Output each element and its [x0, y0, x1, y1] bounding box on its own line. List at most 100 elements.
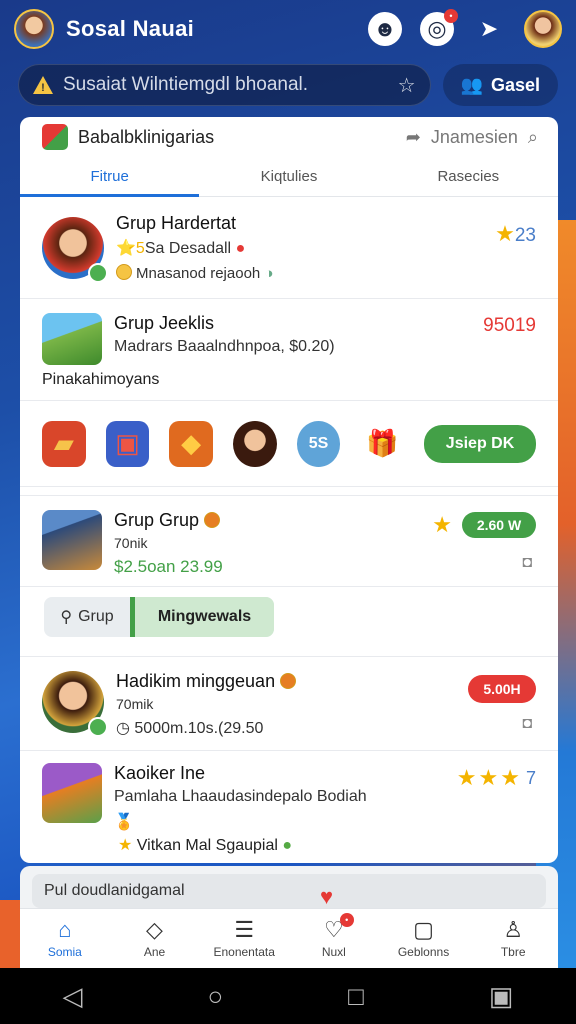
top-icons: ☻ ◎ • ➤	[368, 9, 562, 48]
status-pill[interactable]: 2.60 W	[462, 512, 536, 538]
status-pill[interactable]: 5.00H	[468, 675, 536, 703]
assistant-icon[interactable]: ▣	[489, 981, 514, 1012]
document-icon: ☰	[234, 916, 255, 942]
people-button-label: Gasel	[490, 74, 540, 95]
notification-icon[interactable]: ◎ •	[420, 9, 458, 46]
item-price: $2.5oan 23.99	[114, 557, 223, 576]
nav-label: Tbre	[500, 944, 526, 959]
back-icon[interactable]: ◁	[62, 981, 82, 1012]
item-detail: 5000m.10s.(29.50	[134, 720, 264, 737]
lock-icon[interactable]: ◘	[522, 554, 532, 572]
tab-rasecies[interactable]: Rasecies	[379, 157, 558, 196]
item-subtitle: Sa Desadall	[144, 240, 232, 257]
item-title: Hadikim minggeuan	[116, 671, 276, 691]
star-icon: ★	[432, 512, 452, 537]
action-button[interactable]: Jsiep DK	[424, 424, 537, 463]
top-bar: Sosal Nauai ☻ ◎ • ➤	[0, 0, 576, 58]
clock-icon: ◷	[116, 720, 135, 737]
character-icon[interactable]: ☻	[368, 12, 402, 46]
nav-item-nuxl[interactable]: ♡ • Nuxl	[289, 909, 379, 968]
panel-header: Babalbklinigarias ➦ Jnamesien ⌕	[20, 117, 558, 157]
star-outline-icon[interactable]: ☆	[398, 73, 416, 98]
people-button[interactable]: 👥 Gasel	[442, 64, 558, 106]
list-item[interactable]: Grup Hardertat ⭐5Sa Desadall ● Mnasanod …	[20, 197, 558, 299]
nav-label: Enonentata	[213, 944, 275, 959]
list-item[interactable]: Grup Jeeklis Madrars Baaalndhnpoa, $0.20…	[20, 299, 558, 401]
list-item[interactable]: Grup Grup 70nik $2.5oan 23.99 ★ 2.60 W ◘	[20, 495, 558, 587]
globe-icon: ●	[282, 837, 293, 854]
person-icon: ♙	[503, 916, 524, 942]
segment-option-a-label: Grup	[78, 608, 114, 625]
gift-icon[interactable]: 🎁	[360, 421, 404, 467]
panel-header-action[interactable]: Jnamesien	[431, 127, 518, 148]
background-accent-left	[0, 900, 22, 970]
level-circle-icon[interactable]: 5S	[296, 420, 341, 467]
people-icon: 👥	[460, 74, 483, 95]
nav-label: Ane	[143, 944, 166, 959]
item-score: ★23	[495, 221, 536, 247]
item-detail: Pinakahimoyans	[42, 371, 160, 388]
star-icon: ★	[478, 765, 499, 790]
chest-icon[interactable]: ▰	[42, 420, 86, 467]
nav-item-geblonns[interactable]: ▢ Geblonns	[379, 909, 469, 968]
lock-icon[interactable]: ◘	[522, 715, 532, 733]
segment-option-a[interactable]: ⚲ Grup	[44, 597, 130, 637]
coin-icon	[116, 264, 132, 280]
nav-label: Geblonns	[397, 944, 450, 959]
system-nav-bar: ◁ ○ □ ▣	[0, 968, 576, 1024]
box-icon[interactable]: ▣	[105, 420, 150, 467]
item-thumbnail	[42, 313, 102, 365]
nav-label: Nuxl	[321, 944, 346, 959]
chat-icon: ▢	[413, 916, 434, 942]
panel-header-actions: ➦ Jnamesien ⌕	[406, 127, 538, 148]
bottom-input[interactable]: Pul doudlanidgamal	[32, 874, 546, 908]
medal-icon: 🏅	[114, 814, 134, 831]
search-row: ! Susaiat Wilntiemgdl bhoanal. ☆ 👥 Gasel	[18, 64, 558, 106]
notification-badge: •	[444, 9, 458, 23]
share-icon[interactable]: ➦	[406, 127, 421, 148]
panel-title: Babalbklinigarias	[78, 126, 215, 147]
item-score-value: 95019	[483, 315, 536, 336]
character-avatar-icon[interactable]	[233, 420, 277, 467]
bottom-nav: ⌂ Somia ◇ Ane ☰ Enonentata ♡ • Nuxl ▢ Geblonns…	[20, 908, 558, 968]
send-icon[interactable]: ➤	[472, 12, 506, 46]
nav-item-somia[interactable]: ⌂ Somia	[20, 909, 110, 968]
app-title: Sosal Nauai	[66, 16, 195, 41]
app-logo	[42, 124, 68, 150]
flame-icon: ●	[235, 240, 246, 257]
item-rating: ★ ★ ★ 7	[457, 765, 536, 791]
coin-icon	[280, 673, 297, 689]
tab-kiqtulies[interactable]: Kiqtulies	[199, 157, 378, 196]
reward-icon-row: ▰ ▣ ◆ 5S 🎁 Jsiep DK	[20, 401, 558, 487]
search-placeholder: Susaiat Wilntiemgdl bhoanal.	[63, 74, 309, 95]
profile-avatar[interactable]	[524, 10, 562, 48]
nav-item-ane[interactable]: ◇ Ane	[110, 909, 200, 968]
item-avatar	[42, 216, 108, 283]
nav-item-tbre[interactable]: ♙ Tbre	[468, 909, 558, 968]
item-score-value: 23	[514, 225, 536, 246]
pin-icon: ⚲	[60, 609, 73, 626]
nav-item-enonentata[interactable]: ☰ Enonentata	[199, 909, 289, 968]
list-item[interactable]: Kaoiker Ine Pamlaha Lhaaudasindepalo Bod…	[20, 751, 558, 861]
item-title: Grup Hardertat	[116, 213, 237, 233]
star-icon: ★	[456, 765, 477, 790]
bag-icon[interactable]: ◆	[169, 420, 214, 467]
online-badge	[88, 262, 108, 283]
search-icon[interactable]: ⌕	[528, 127, 538, 148]
nav-label: Somia	[47, 944, 82, 959]
tab-fitrue[interactable]: Fitrue	[20, 157, 200, 197]
compass-icon: ◇	[146, 916, 163, 942]
item-thumbnail	[42, 510, 102, 570]
nav-badge: •	[339, 912, 354, 927]
home-circle-icon[interactable]: ○	[207, 981, 223, 1012]
rating-value: 7	[525, 767, 536, 788]
heart-broken-icon: ♡ •	[324, 912, 354, 941]
item-title: Grup Jeeklis	[114, 313, 215, 333]
segment-option-b[interactable]: Mingwewals	[130, 597, 274, 637]
recents-icon[interactable]: □	[348, 981, 364, 1012]
user-avatar[interactable]	[14, 9, 54, 49]
heart-icon[interactable]: ♥	[320, 884, 333, 910]
search-input[interactable]: ! Susaiat Wilntiemgdl bhoanal. ☆	[18, 64, 431, 106]
list-item[interactable]: Hadikim minggeuan 70mik ◷ 5000m.10s.(29.…	[20, 657, 558, 751]
item-avatar	[42, 671, 108, 737]
